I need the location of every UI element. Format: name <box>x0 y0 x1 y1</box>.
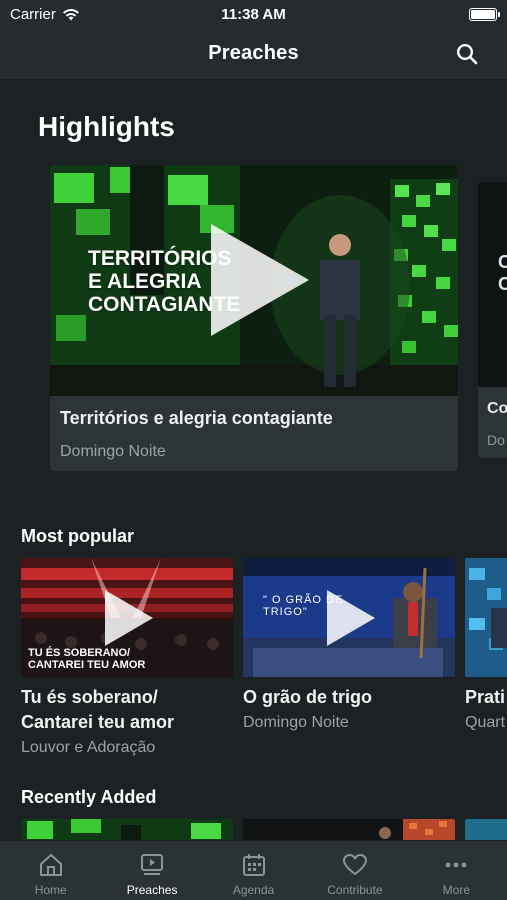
popular-thumbnail <box>465 558 507 677</box>
highlight-title: Territórios e alegria contagiante <box>60 408 333 428</box>
search-button[interactable] <box>453 40 481 68</box>
popular-title: Tu és soberano/ Cantarei teu amor <box>21 687 175 732</box>
tab-agenda[interactable]: Agenda <box>203 841 304 900</box>
carrier-info: Carrier <box>10 6 80 23</box>
highlight-thumbnail: TERRITÓRIOS E ALEGRIA CONTAGIANTE <box>50 165 458 396</box>
tab-contribute[interactable]: Contribute <box>304 841 405 900</box>
recently-added-heading: Recently Added <box>21 787 157 807</box>
thumbnail-caption: TU ÉS SOBERANO/ CANTAREI TEU AMOR <box>28 647 146 671</box>
highlight-subtitle: Do <box>487 432 505 448</box>
battery-icon <box>469 7 500 21</box>
wifi-icon <box>62 8 79 20</box>
content-scroll[interactable]: Highlights TERRITÓRIOS E ALEGRIA CONTAGI… <box>0 80 507 840</box>
heart-icon <box>342 854 367 875</box>
popular-item[interactable]: TU ÉS SOBERANO/ CANTAREI TEU AMOR Tu és … <box>21 558 233 757</box>
highlight-title: Co <box>487 400 507 417</box>
play-icon[interactable] <box>105 590 153 646</box>
recent-item[interactable] <box>21 819 233 840</box>
more-icon <box>445 862 467 868</box>
recent-item[interactable] <box>465 819 507 840</box>
popular-title: O grão de trigo <box>243 687 373 707</box>
tab-more[interactable]: More <box>406 841 507 900</box>
popular-item[interactable]: Prati Quart <box>465 558 507 732</box>
tab-preaches[interactable]: Preaches <box>101 841 202 900</box>
tab-bar: Home Preaches Agenda Contribute More <box>0 840 507 900</box>
popular-subtitle: Quart <box>465 714 506 731</box>
home-icon <box>39 854 62 876</box>
highlight-subtitle: Domingo Noite <box>60 443 166 460</box>
search-icon <box>456 43 478 65</box>
page-title: Preaches <box>208 42 299 64</box>
recent-item[interactable] <box>243 819 455 840</box>
status-bar: Carrier 11:38 AM <box>0 0 507 28</box>
video-play-icon <box>141 854 164 875</box>
popular-thumbnail: " O GRÃO DE TRIGO" <box>243 558 455 677</box>
popular-subtitle: Domingo Noite <box>243 714 349 731</box>
popular-item[interactable]: " O GRÃO DE TRIGO" O grão de trigo Domin… <box>243 558 455 732</box>
highlight-card[interactable]: C C Co Do <box>478 182 507 458</box>
popular-thumbnail: TU ÉS SOBERANO/ CANTAREI TEU AMOR <box>21 558 233 677</box>
play-icon[interactable] <box>211 224 309 336</box>
carrier-label: Carrier <box>10 5 56 23</box>
navigation-bar: Preaches <box>0 28 507 80</box>
thumbnail-caption: " O GRÃO DE TRIGO" <box>263 594 344 618</box>
popular-subtitle: Louvor e Adoração <box>21 739 156 756</box>
highlight-thumbnail: C C <box>478 182 507 387</box>
tab-home[interactable]: Home <box>0 841 101 900</box>
highlight-card[interactable]: TERRITÓRIOS E ALEGRIA CONTAGIANTE Territ… <box>50 165 458 471</box>
highlights-heading: Highlights <box>38 111 175 142</box>
most-popular-heading: Most popular <box>21 526 134 546</box>
popular-title: Prati <box>465 687 506 707</box>
calendar-icon <box>242 854 265 876</box>
